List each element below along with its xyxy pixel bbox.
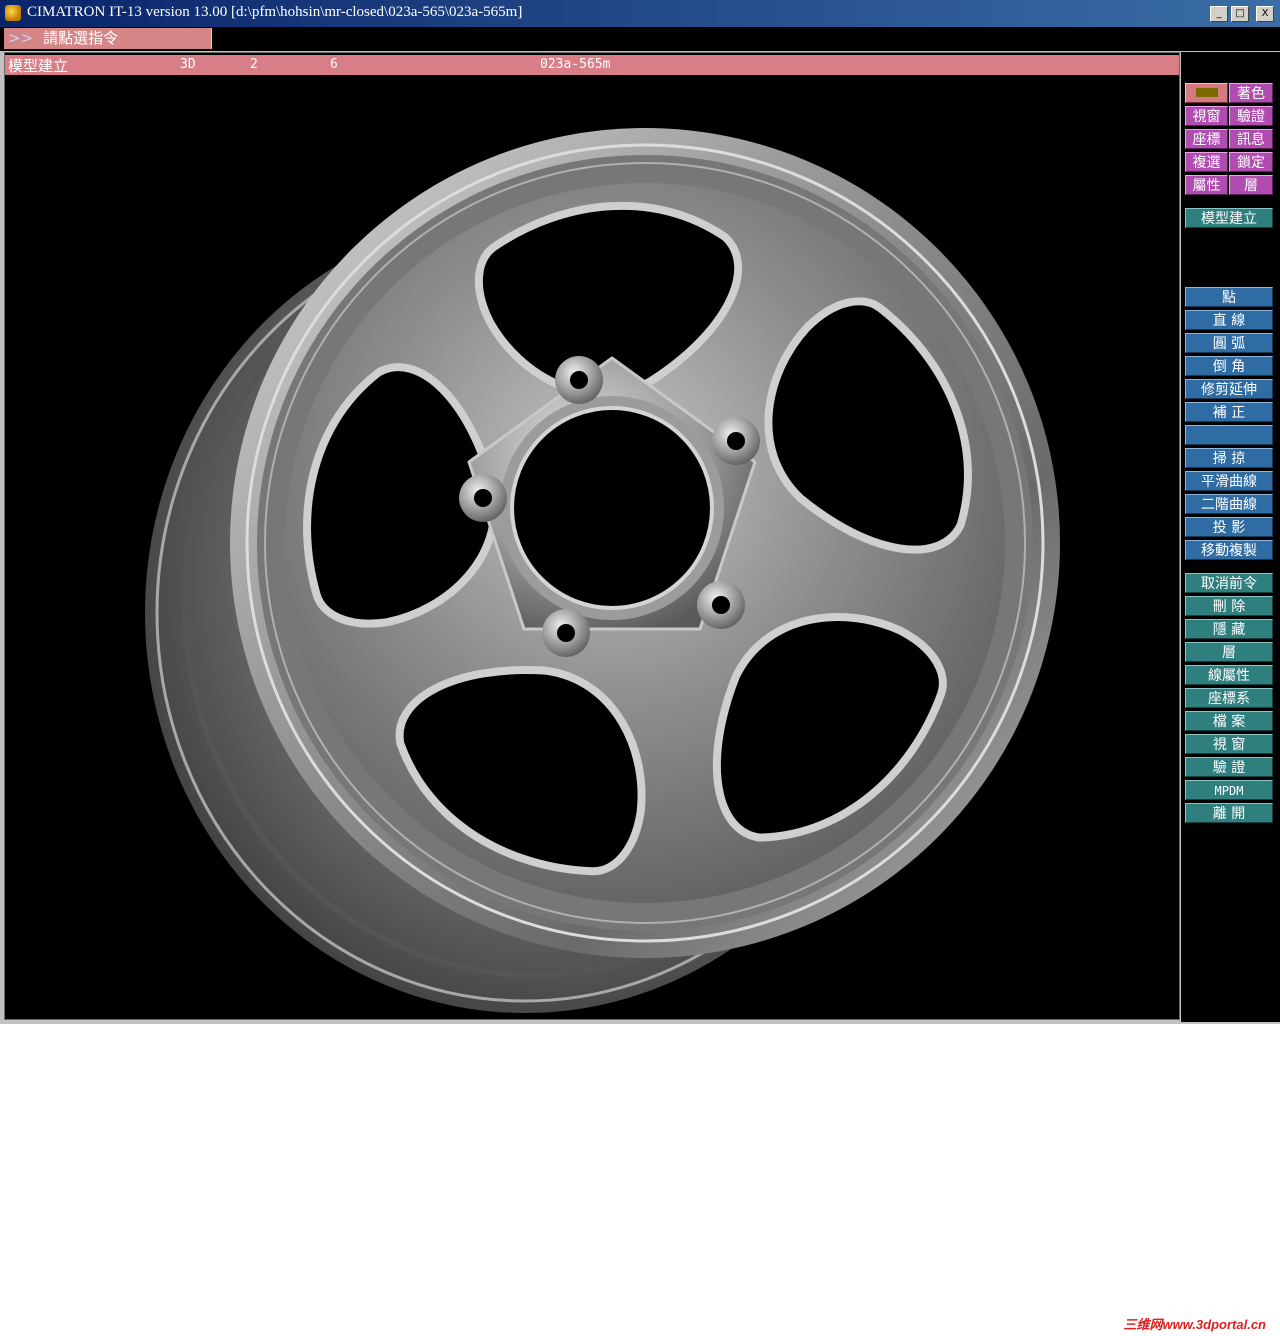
graphics-viewport[interactable]: 模型建立 3D 2 6 023a-565m xyxy=(4,52,1180,1020)
maximize-button[interactable]: □ xyxy=(1231,6,1249,22)
exit-button[interactable]: 離 開 xyxy=(1185,803,1273,823)
move-copy-button[interactable]: 移動複製 xyxy=(1185,540,1273,560)
view-window-button[interactable]: 視窗 xyxy=(1185,106,1228,126)
mpdm-button[interactable]: MPDM xyxy=(1185,780,1273,800)
minimize-button[interactable]: _ xyxy=(1210,6,1228,22)
prompt-bar: >> 請點選指令 xyxy=(0,27,1280,51)
close-button[interactable]: X xyxy=(1256,6,1274,22)
delete-button[interactable]: 刪 除 xyxy=(1185,596,1273,616)
verify-button[interactable]: 驗證 xyxy=(1229,106,1273,126)
lug-hole xyxy=(459,474,507,522)
offset-button[interactable]: 補 正 xyxy=(1185,402,1273,422)
window-title: CIMATRON IT-13 version 13.00 [d:\pfm\hoh… xyxy=(27,4,523,20)
window-button[interactable]: 視 窗 xyxy=(1185,734,1273,754)
lug-hole xyxy=(697,581,745,629)
undo-button[interactable]: 取消前令 xyxy=(1185,573,1273,593)
layer-button-top[interactable]: 層 xyxy=(1229,175,1273,195)
line-button[interactable]: 直 線 xyxy=(1185,310,1273,330)
chamfer-button[interactable]: 倒 角 xyxy=(1185,356,1273,376)
command-panel: 著色 視窗 驗證 座標 訊息 複選 鎖定 屬性 層 模型建立 點 直 線 圓 弧… xyxy=(1181,52,1280,1022)
shade-button[interactable]: 著色 xyxy=(1229,83,1273,103)
prompt-arrows: >> xyxy=(8,29,34,47)
attribute-button[interactable]: 屬性 xyxy=(1185,175,1228,195)
arc-button[interactable]: 圓 弧 xyxy=(1185,333,1273,353)
coordinate-system-button[interactable]: 座標系 xyxy=(1185,688,1273,708)
lug-hole xyxy=(542,609,590,657)
cimatron-app-icon[interactable] xyxy=(5,5,21,21)
color-swatch-icon xyxy=(1196,88,1218,97)
line-attribute-button[interactable]: 線屬性 xyxy=(1185,665,1273,685)
project-button[interactable]: 投 影 xyxy=(1185,517,1273,537)
watermark: 三维网www.3dportal.cn xyxy=(1123,1317,1266,1332)
command-prompt[interactable]: >> 請點選指令 xyxy=(4,28,212,49)
wheel-3d-model[interactable] xyxy=(5,53,1179,1019)
blank-command-button[interactable] xyxy=(1185,425,1273,445)
application-window: CIMATRON IT-13 version 13.00 [d:\pfm\hoh… xyxy=(0,0,1280,1024)
spline-button[interactable]: 平滑曲線 xyxy=(1185,471,1273,491)
color-swatch-button[interactable] xyxy=(1185,83,1228,103)
trim-extend-button[interactable]: 修剪延伸 xyxy=(1185,379,1273,399)
lock-button[interactable]: 鎖定 xyxy=(1229,152,1273,172)
hide-button[interactable]: 隱 藏 xyxy=(1185,619,1273,639)
lug-hole xyxy=(555,356,603,404)
coordinate-button[interactable]: 座標 xyxy=(1185,129,1228,149)
conic-button[interactable]: 二階曲線 xyxy=(1185,494,1273,514)
point-button[interactable]: 點 xyxy=(1185,287,1273,307)
module-model-build-button[interactable]: 模型建立 xyxy=(1185,208,1273,228)
file-button[interactable]: 檔 案 xyxy=(1185,711,1273,731)
prompt-text: 請點選指令 xyxy=(43,29,119,47)
multi-select-button[interactable]: 複選 xyxy=(1185,152,1228,172)
message-button[interactable]: 訊息 xyxy=(1229,129,1273,149)
title-bar[interactable]: CIMATRON IT-13 version 13.00 [d:\pfm\hoh… xyxy=(0,0,1280,27)
lug-hole xyxy=(712,417,760,465)
layer-button[interactable]: 層 xyxy=(1185,642,1273,662)
sweep-button[interactable]: 掃 掠 xyxy=(1185,448,1273,468)
verify-button-bottom[interactable]: 驗 證 xyxy=(1185,757,1273,777)
